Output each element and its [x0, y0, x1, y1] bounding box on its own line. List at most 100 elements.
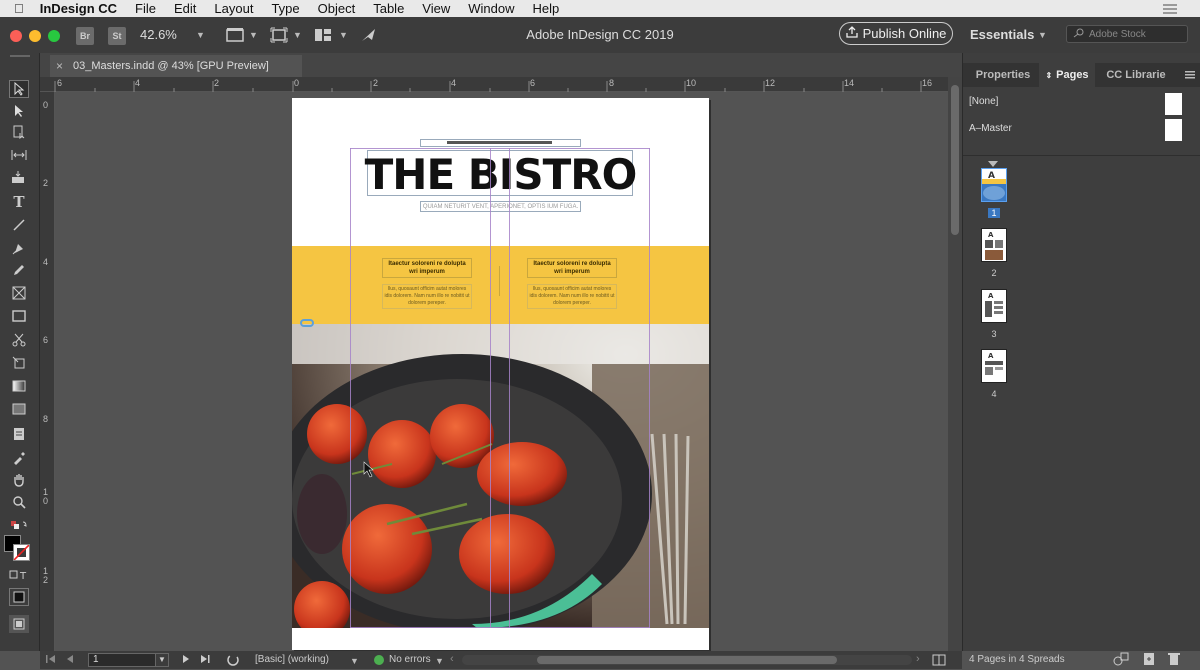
page-thumbnail-3[interactable]: A — [981, 289, 1007, 323]
split-layout-icon[interactable] — [932, 654, 946, 669]
title-rule-frame[interactable] — [420, 139, 581, 147]
delete-page-icon[interactable] — [1168, 652, 1180, 669]
rectangle-frame-tool-icon[interactable] — [9, 284, 29, 302]
menu-app-name[interactable]: InDesign CC — [40, 1, 117, 16]
page-tool-icon[interactable] — [9, 123, 29, 141]
horizontal-scroll-thumb[interactable] — [537, 656, 837, 664]
food-photo[interactable] — [292, 324, 709, 628]
canvas-vertical-scrollbar[interactable] — [948, 77, 962, 651]
selection-tool-icon[interactable] — [9, 80, 29, 98]
last-page-icon[interactable] — [200, 654, 210, 667]
page-number-field[interactable]: 1 — [88, 653, 156, 667]
first-page-icon[interactable] — [46, 654, 56, 667]
send-feedback-icon[interactable] — [360, 26, 378, 47]
menu-extras-icon[interactable] — [1163, 3, 1177, 14]
scroll-right-icon[interactable]: › — [916, 653, 920, 665]
pencil-tool-icon[interactable] — [9, 261, 29, 279]
vertical-ruler[interactable]: 0 2 4 6 8 1 0 1 2 — [40, 92, 55, 651]
column-two-text[interactable]: Itaectur soloreni re dolupta wri imperum… — [527, 258, 617, 309]
screen-mode-icon[interactable] — [270, 27, 288, 46]
yellow-band[interactable]: Itaectur soloreni re dolupta wri imperum… — [292, 246, 709, 324]
eyedropper-tool-icon[interactable] — [9, 449, 29, 467]
close-tab-icon[interactable]: × — [56, 59, 63, 73]
page-thumbnail-1[interactable]: A — [981, 168, 1007, 202]
tab-cc-libraries[interactable]: CC Librarie — [1097, 63, 1175, 87]
page-number-3[interactable]: 3 — [981, 329, 1007, 339]
view-options-icon[interactable] — [226, 27, 244, 46]
workspace-switcher[interactable]: Essentials — [970, 27, 1034, 42]
vertical-scroll-thumb[interactable] — [951, 85, 959, 235]
menu-type[interactable]: Type — [271, 1, 299, 16]
menu-edit[interactable]: Edit — [174, 1, 196, 16]
hand-tool-icon[interactable] — [9, 471, 29, 489]
zoom-tool-icon[interactable] — [9, 493, 29, 511]
apple-icon[interactable]:  — [14, 1, 24, 16]
preflight-errors[interactable]: No errors — [389, 654, 431, 665]
preflight-profile[interactable]: [Basic] (working) — [255, 654, 329, 665]
menu-view[interactable]: View — [422, 1, 450, 16]
apply-color-icon[interactable] — [9, 588, 29, 606]
page-number-4[interactable]: 4 — [981, 389, 1007, 399]
direct-selection-tool-icon[interactable] — [9, 102, 29, 120]
menu-layout[interactable]: Layout — [214, 1, 253, 16]
horizontal-scrollbar[interactable] — [462, 655, 912, 665]
gap-tool-icon[interactable] — [9, 146, 29, 164]
close-window-button[interactable] — [10, 30, 22, 42]
menu-help[interactable]: Help — [533, 1, 560, 16]
horizontal-ruler[interactable]: 6 4 2 0 2 4 6 8 10 12 14 16 — [40, 77, 948, 92]
menu-file[interactable]: File — [135, 1, 156, 16]
stock-search-field[interactable]: Adobe Stock — [1066, 25, 1188, 43]
panel-menu-icon[interactable] — [1181, 63, 1199, 87]
publish-online-button[interactable]: Publish Online — [839, 22, 953, 45]
scroll-left-icon[interactable]: ‹ — [450, 653, 454, 665]
page-number-dropdown-icon[interactable]: ▼ — [155, 653, 169, 667]
page-thumbnail-4[interactable]: A — [981, 349, 1007, 383]
formatting-affects-container-icon[interactable]: T — [9, 566, 29, 584]
errors-dropdown-icon[interactable]: ▼ — [435, 656, 444, 666]
screen-mode-normal-icon[interactable] — [9, 615, 29, 633]
menu-window[interactable]: Window — [468, 1, 514, 16]
minimize-window-button[interactable] — [29, 30, 41, 42]
stock-icon[interactable]: St — [108, 27, 126, 45]
master-a-thumbnail[interactable] — [1165, 119, 1182, 141]
preflight-spinner-icon[interactable] — [226, 653, 240, 670]
pen-tool-icon[interactable] — [9, 239, 29, 257]
stroke-swatch[interactable] — [13, 544, 30, 561]
screen-mode-dropdown-icon[interactable]: ▼ — [293, 30, 302, 40]
rectangle-tool-icon[interactable] — [9, 307, 29, 325]
zoom-window-button[interactable] — [48, 30, 60, 42]
document-tab[interactable]: × 03_Masters.indd @ 43% [GPU Preview] — [50, 55, 302, 77]
view-options-dropdown-icon[interactable]: ▼ — [249, 30, 258, 40]
arrange-documents-icon[interactable] — [314, 27, 332, 46]
workspace-dropdown-icon[interactable]: ▼ — [1038, 30, 1047, 40]
master-none-thumbnail[interactable] — [1165, 93, 1182, 115]
content-collector-icon[interactable] — [9, 168, 29, 186]
page-tagline[interactable]: QUIAM NETURIT VENT, APERIONET, OPTIS IUM… — [420, 201, 581, 212]
new-page-icon[interactable] — [1143, 652, 1155, 669]
column-one-text[interactable]: Itaectur soloreni re dolupta wri imperum… — [382, 258, 472, 309]
menu-object[interactable]: Object — [318, 1, 356, 16]
link-badge-icon[interactable] — [300, 319, 314, 327]
document-page[interactable]: THE BISTRO QUIAM NETURIT VENT, APERIONET… — [292, 98, 709, 650]
arrange-documents-dropdown-icon[interactable]: ▼ — [339, 30, 348, 40]
zoom-level-field[interactable]: 42.6% — [140, 27, 177, 42]
master-a[interactable]: A–Master — [969, 123, 1012, 134]
note-tool-icon[interactable] — [9, 425, 29, 443]
page-number-2[interactable]: 2 — [981, 268, 1007, 278]
free-transform-tool-icon[interactable] — [9, 354, 29, 372]
page-number-1[interactable]: 1 — [988, 208, 1000, 218]
tab-pages[interactable]: ⇕ Pages — [1039, 63, 1095, 87]
edit-page-size-icon[interactable] — [1113, 652, 1129, 669]
preflight-profile-dropdown-icon[interactable]: ▼ — [350, 656, 359, 666]
type-tool-icon[interactable]: T — [9, 193, 29, 211]
tab-properties[interactable]: Properties — [967, 63, 1039, 87]
zoom-dropdown-icon[interactable]: ▼ — [196, 30, 205, 40]
gradient-feather-tool-icon[interactable] — [9, 400, 29, 418]
tools-panel-grip[interactable] — [10, 55, 30, 63]
default-fill-stroke-icon[interactable] — [9, 516, 29, 534]
master-none[interactable]: [None] — [969, 96, 998, 107]
previous-page-icon[interactable] — [66, 654, 74, 667]
page-thumbnail-2[interactable]: A — [981, 228, 1007, 262]
bridge-icon[interactable]: Br — [76, 27, 94, 45]
scissors-tool-icon[interactable] — [9, 331, 29, 349]
